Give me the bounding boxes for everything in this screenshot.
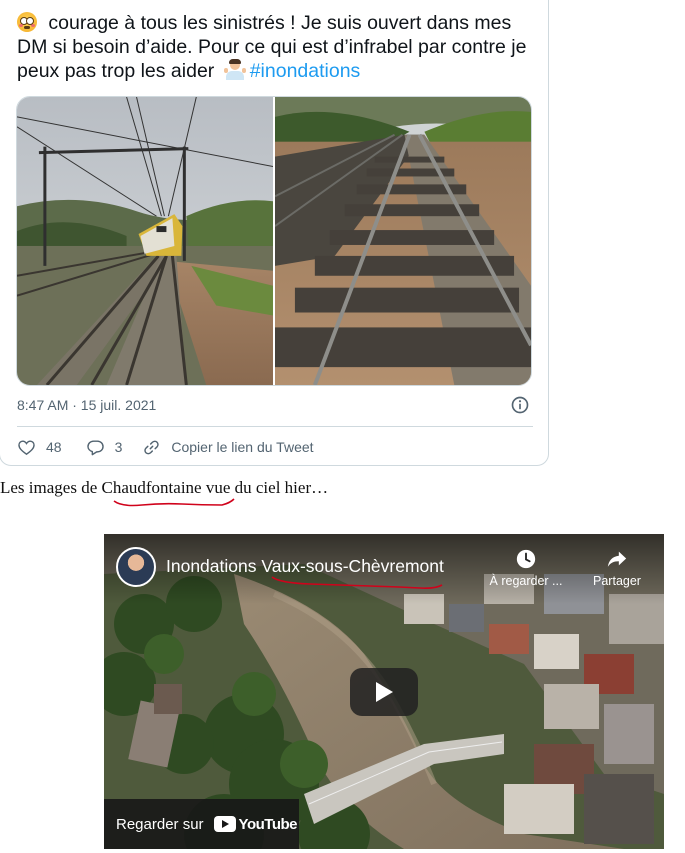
tweet-text: courage à tous les sinistrés ! Je suis o… [17,11,537,83]
like-count: 48 [46,439,62,455]
caption-prefix: Les images de [0,478,102,497]
caption-suffix: vue du ciel hier… [201,478,329,497]
speech-bubble-icon [86,439,104,455]
tweet-actions: 48 3 Copier le lien du Tweet [17,436,314,458]
youtube-brand-text: YouTube [238,815,298,833]
video-title[interactable]: Inondations Vaux-sous-Chèvremont [166,556,444,577]
red-underline-annotation-video [271,576,443,589]
copy-link-button[interactable]: Copier le lien du Tweet [142,438,314,457]
channel-avatar[interactable] [116,547,156,587]
clock-icon [516,549,536,569]
tweet-timestamp[interactable]: 8:47 AM · 15 juil. 2021 [17,397,156,413]
flushed-face-emoji-icon [17,12,37,32]
flooded-tracks-image [275,97,531,385]
hashtag-link[interactable]: #inondations [250,60,361,82]
tweet-divider [17,426,533,427]
copy-link-label: Copier le lien du Tweet [171,439,314,455]
watch-on-youtube-button[interactable]: Regarder sur YouTube [104,799,299,849]
reply-button[interactable]: 3 [86,438,123,457]
link-icon [144,440,160,454]
youtube-play-icon [213,816,236,832]
heart-icon [18,439,35,455]
youtube-logo: YouTube [213,815,298,833]
watch-later-label: À regarder ... [489,574,563,588]
share-label: Partager [593,574,641,588]
photo-derailed-train[interactable] [17,97,273,385]
watch-later-button[interactable]: À regarder ... [488,548,564,588]
tweet-card: courage à tous les sinistrés ! Je suis o… [0,0,549,466]
play-button[interactable] [350,668,418,716]
watch-on-label: Regarder sur [116,815,204,833]
info-icon[interactable] [510,395,530,415]
play-icon [376,682,393,702]
photo-flooded-tracks[interactable] [275,97,531,385]
like-button[interactable]: 48 [17,438,62,457]
person-shrugging-emoji-icon [223,59,246,80]
red-underline-annotation [113,498,235,507]
caption-place-name: Chaudfontaine [101,478,202,497]
share-button[interactable]: Partager [582,548,652,588]
share-arrow-icon [607,551,627,567]
derailed-train-image [17,97,273,385]
tweet-media-grid [16,96,532,386]
reply-count: 3 [114,439,123,455]
article-caption: Les images de Chaudfontaine vue du ciel … [0,478,328,498]
